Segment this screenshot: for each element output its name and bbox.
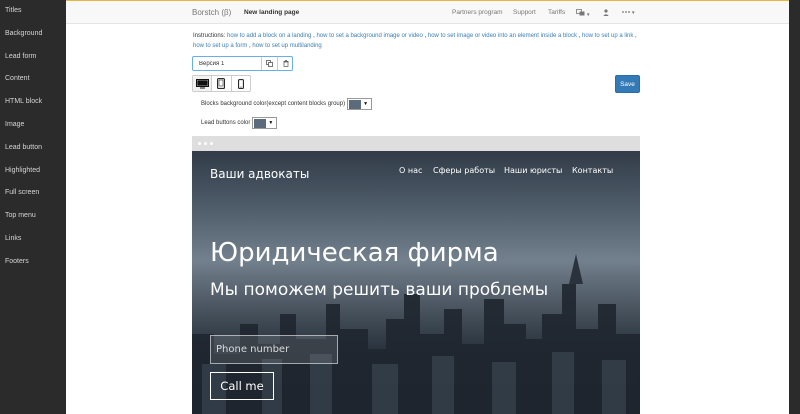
instructions: Instructions: how to add a block on a la… xyxy=(193,33,637,49)
color-swatch xyxy=(349,99,362,109)
tablet-view-button[interactable] xyxy=(212,76,232,91)
instruction-link[interactable]: how to set up a link xyxy=(582,33,633,39)
copy-icon xyxy=(266,60,273,67)
sidebar-item-content[interactable]: Content xyxy=(0,68,66,91)
language-menu[interactable]: ▼ xyxy=(576,9,590,18)
device-switcher xyxy=(192,75,251,92)
save-button[interactable]: Save xyxy=(615,75,640,93)
instruction-link[interactable]: how to set a background image or video xyxy=(316,33,422,39)
chevron-down-icon: ▼ xyxy=(363,101,369,107)
instruction-link[interactable]: how to set up multilanding xyxy=(252,43,321,49)
brand-logo[interactable]: Borstch (β) xyxy=(192,8,231,17)
instruction-link[interactable]: how to set image or video into an elemen… xyxy=(428,33,577,39)
more-icon xyxy=(622,11,630,13)
page-name[interactable]: New landing page xyxy=(244,9,299,16)
sidebar-item-links[interactable]: Links xyxy=(0,228,66,251)
user-menu[interactable] xyxy=(603,9,609,18)
language-icon xyxy=(576,9,585,16)
trash-icon xyxy=(283,60,288,67)
lead-buttons-color-label: Lead buttons color xyxy=(201,120,251,126)
phone-number-input[interactable] xyxy=(210,335,338,364)
color-swatch xyxy=(254,118,267,128)
hero-title: Юридическая фирма xyxy=(210,238,499,268)
instruction-link[interactable]: how to set up a form xyxy=(193,43,247,49)
chevron-down-icon: ▼ xyxy=(586,12,591,17)
sidebar-item-highlighted[interactable]: Highlighted xyxy=(0,160,66,183)
sidebar-item-html-block[interactable]: HTML block xyxy=(0,91,66,114)
call-me-button[interactable]: Call me xyxy=(210,372,274,400)
sidebar-item-image[interactable]: Image xyxy=(0,114,66,137)
blocks-background-color-label: Blocks background color(except content b… xyxy=(201,101,346,107)
lead-buttons-color-picker[interactable]: ▼ xyxy=(252,117,278,129)
sidebar-item-top-menu[interactable]: Top menu xyxy=(0,205,66,228)
instruction-link[interactable]: how to add a block on a landing xyxy=(227,33,311,39)
desktop-icon xyxy=(195,78,209,88)
hero-nav-practice-areas[interactable]: Сферы работы xyxy=(433,166,495,175)
hero-subtitle: Мы поможем решить ваши проблемы xyxy=(210,280,549,300)
user-icon xyxy=(603,9,609,16)
instructions-label: Instructions xyxy=(193,33,224,39)
chevron-down-icon: ▼ xyxy=(268,120,274,126)
right-gutter xyxy=(789,0,800,414)
blocks-background-color-row: Blocks background color(except content b… xyxy=(201,98,373,110)
sidebar-item-lead-button[interactable]: Lead button xyxy=(0,137,66,160)
version-group xyxy=(192,56,293,71)
version-input[interactable] xyxy=(193,57,261,70)
tariffs-link[interactable]: Tariffs xyxy=(548,9,565,16)
top-bar: Borstch (β) New landing page Partners pr… xyxy=(66,0,789,24)
blocks-background-color-picker[interactable]: ▼ xyxy=(347,98,373,110)
hero-nav-lawyers[interactable]: Наши юристы xyxy=(504,166,562,175)
mobile-icon xyxy=(237,78,244,89)
sidebar: Titles Background Lead form Content HTML… xyxy=(0,0,66,414)
sidebar-item-titles[interactable]: Titles xyxy=(0,0,66,23)
partners-program-link[interactable]: Partners program xyxy=(452,9,503,16)
dot-icon xyxy=(198,142,201,145)
sidebar-item-footers[interactable]: Footers xyxy=(0,251,66,274)
landing-preview: Ваши адвокаты О нас Сферы работы Наши юр… xyxy=(192,136,640,414)
lead-buttons-color-row: Lead buttons color ▼ xyxy=(201,117,278,129)
sidebar-item-full-screen[interactable]: Full screen xyxy=(0,182,66,205)
dot-icon xyxy=(204,142,207,145)
mobile-view-button[interactable] xyxy=(232,76,250,91)
block-toolbar xyxy=(192,136,640,151)
hero-brand[interactable]: Ваши адвокаты xyxy=(210,167,309,181)
copy-version-button[interactable] xyxy=(261,57,277,70)
dot-icon xyxy=(210,142,213,145)
hero-nav-about[interactable]: О нас xyxy=(399,166,422,175)
support-link[interactable]: Support xyxy=(513,9,536,16)
tablet-icon xyxy=(217,78,226,89)
hero-block[interactable]: Ваши адвокаты О нас Сферы работы Наши юр… xyxy=(192,151,640,414)
sidebar-item-lead-form[interactable]: Lead form xyxy=(0,46,66,69)
hero-nav-contacts[interactable]: Контакты xyxy=(572,166,613,175)
sidebar-item-background[interactable]: Background xyxy=(0,23,66,46)
desktop-view-button[interactable] xyxy=(193,76,213,91)
delete-version-button[interactable] xyxy=(277,57,293,70)
more-menu[interactable]: ▼ xyxy=(622,9,635,16)
chevron-down-icon: ▼ xyxy=(631,10,636,15)
